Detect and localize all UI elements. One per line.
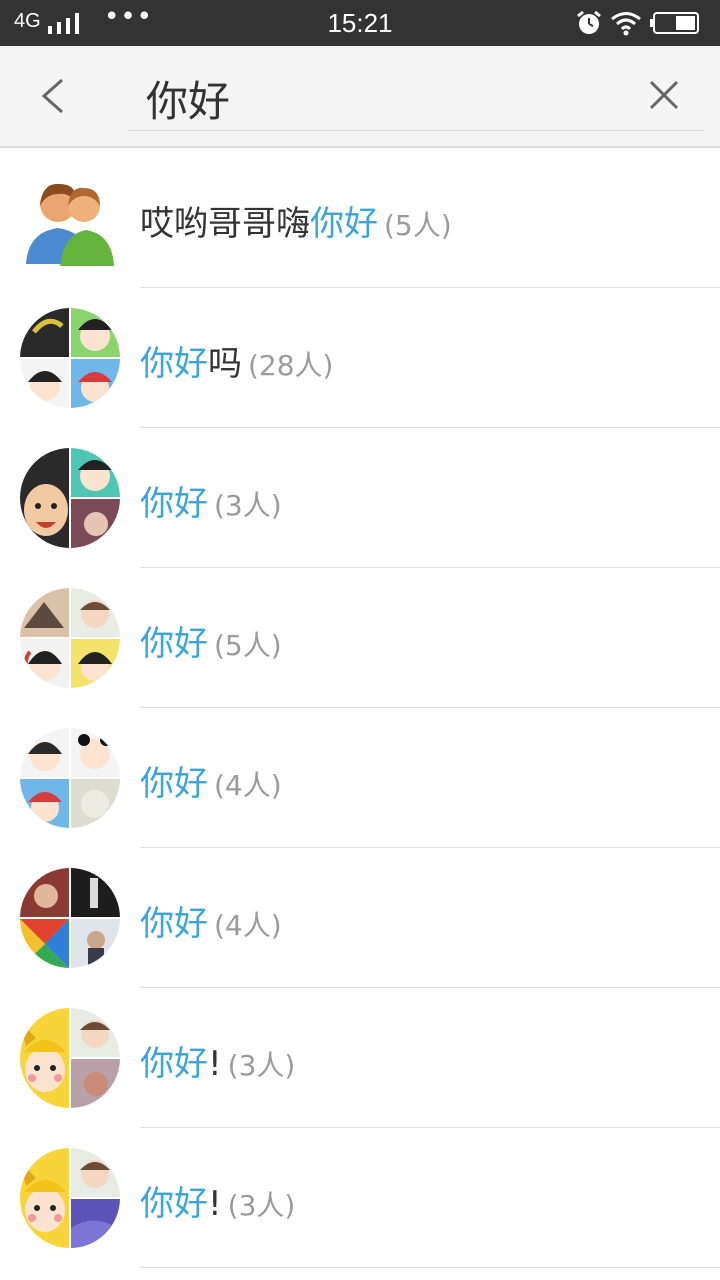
member-count: (3人) [214,489,282,522]
group-name: 你好 (4人) [140,896,282,945]
group-name-prefix: 哎哟哥哥嗨 [140,204,310,244]
group-name: 你好 (4人) [140,756,282,805]
group-result-item[interactable]: 你好! (3人) [0,1128,720,1268]
group-result-item[interactable]: 你好 (4人) [0,708,720,848]
group-avatar-icon [20,728,120,828]
status-bar: 4G ••• 15:21 [0,0,720,46]
group-avatar-icon [20,868,120,968]
wifi-icon [611,12,641,36]
group-result-item[interactable]: 你好 (3人) [0,428,720,568]
member-count: (4人) [214,769,282,802]
group-result-item[interactable]: 你好! (3人) [0,988,720,1128]
group-name-suffix: ! [208,1044,222,1084]
member-count: (5人) [384,209,452,242]
search-input[interactable]: 你好 [146,68,230,129]
group-name: 你好吗 (28人) [140,336,333,385]
group-name: 哎哟哥哥嗨你好 (5人) [140,196,452,245]
group-name-highlight: 你好 [140,344,208,384]
group-name-highlight: 你好 [140,1044,208,1084]
group-name-highlight: 你好 [140,624,208,664]
group-result-item[interactable]: 你好 (5人) [0,568,720,708]
battery-icon [650,12,699,34]
back-arrow-icon[interactable] [38,76,68,116]
member-count: (3人) [227,1189,296,1222]
member-count: (28人) [248,349,334,382]
search-input-underline [128,130,704,131]
group-avatar-icon [20,308,120,408]
group-result-item[interactable]: 你好吗 (28人) [0,288,720,428]
member-count: (4人) [214,909,282,942]
group-result-item[interactable]: 你好 (4人) [0,848,720,988]
group-result-item[interactable]: 哎哟哥哥嗨你好 (5人) [0,148,720,288]
group-avatar-icon [20,168,120,268]
member-count: (3人) [227,1049,296,1082]
group-avatar-icon [20,448,120,548]
group-name-suffix: ! [208,1184,222,1224]
group-name-highlight: 你好 [140,1184,208,1224]
group-avatar-icon [20,588,120,688]
member-count: (5人) [214,629,282,662]
group-avatar-icon [20,1148,120,1248]
group-name-highlight: 你好 [140,904,208,944]
group-name-highlight: 你好 [310,204,378,244]
search-result-list: 哎哟哥哥嗨你好 (5人) 你好吗 (28人) 你好 (3人) 你好 (5人) 你… [0,148,720,1268]
group-name: 你好 (5人) [140,616,282,665]
group-name: 你好 (3人) [140,476,282,525]
group-name: 你好! (3人) [140,1036,295,1085]
clear-icon[interactable] [648,79,680,111]
group-name-highlight: 你好 [140,764,208,804]
divider [140,1267,720,1268]
alarm-icon [577,10,601,34]
group-name: 你好! (3人) [140,1176,295,1225]
group-name-highlight: 你好 [140,484,208,524]
group-name-suffix: 吗 [208,344,242,384]
search-header: 你好 [0,46,720,148]
group-avatar-icon [20,1008,120,1108]
